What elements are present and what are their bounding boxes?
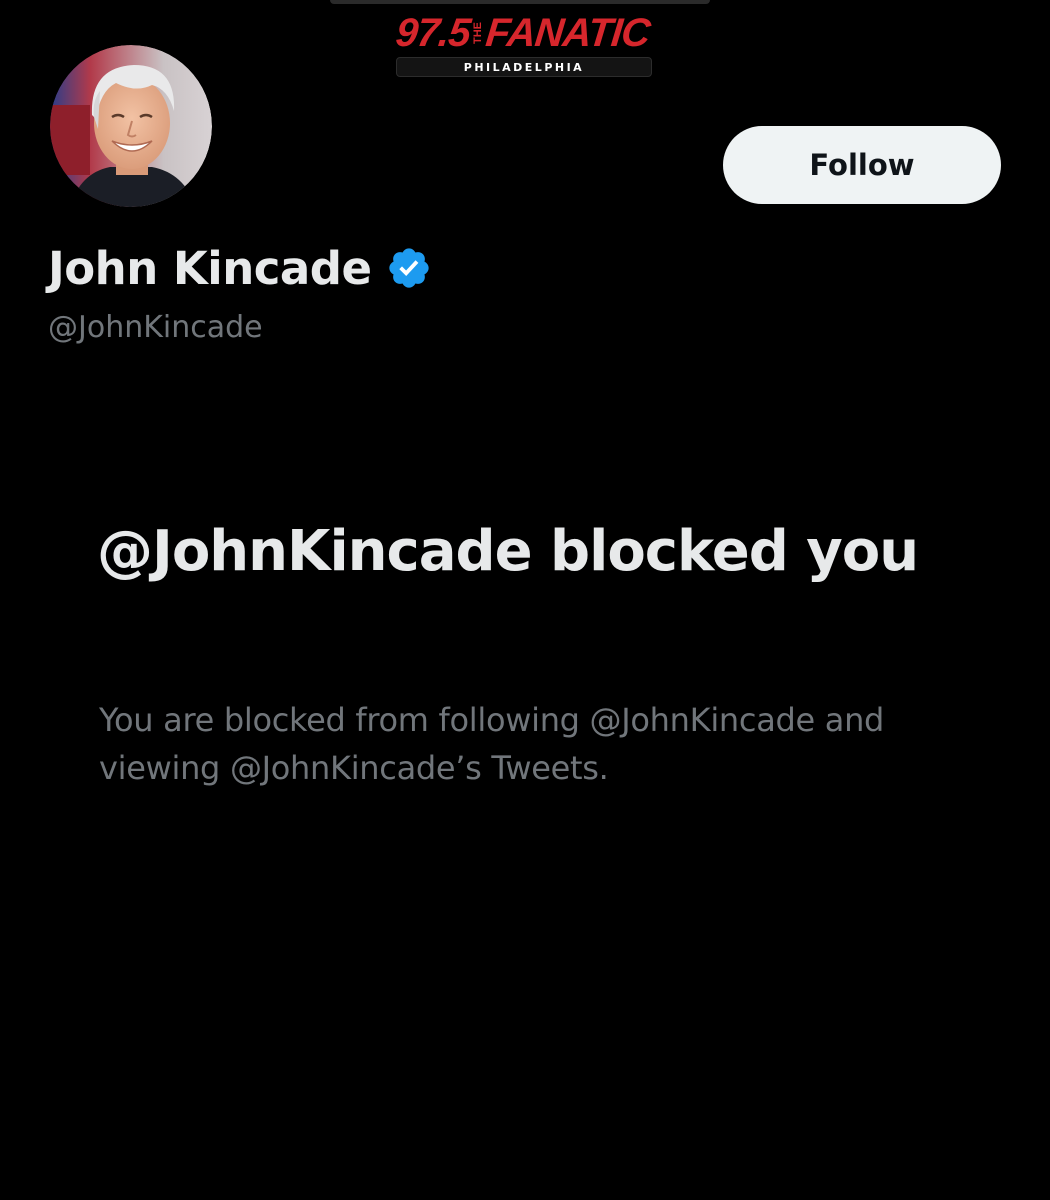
display-name: John Kincade <box>48 241 372 295</box>
station-logo-name: FANATIC <box>483 10 652 55</box>
avatar-photo <box>50 45 212 207</box>
station-logo-frequency: 97.5 <box>394 10 473 55</box>
blocked-title: @JohnKincade blocked you <box>97 519 919 584</box>
station-logo-the: THE <box>472 22 485 44</box>
follow-button[interactable]: Follow <box>723 126 1001 204</box>
blocked-description: You are blocked from following @JohnKinc… <box>99 701 885 787</box>
station-logo-wordmark: 97.5 THE FANATIC <box>392 8 654 58</box>
verified-badge-icon[interactable] <box>386 245 432 291</box>
station-logo-city-bar: PHILADELPHIA <box>396 57 652 77</box>
station-logo-city: PHILADELPHIA <box>463 61 585 74</box>
banner-image-edge <box>330 0 710 4</box>
display-name-row: John Kincade <box>48 238 432 298</box>
profile-handle: @JohnKincade <box>48 310 263 345</box>
station-logo: 97.5 THE FANATIC PHILADELPHIA <box>392 8 654 78</box>
avatar[interactable] <box>46 41 216 211</box>
